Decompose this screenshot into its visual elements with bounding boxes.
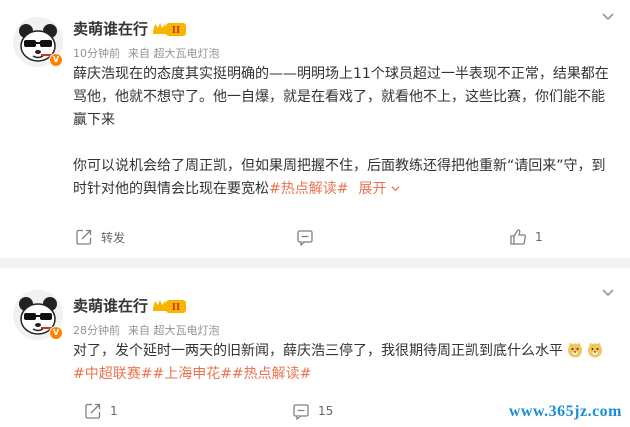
expand-link[interactable]: 展开 xyxy=(358,181,400,197)
repost-label: 转发 xyxy=(101,230,126,245)
post-meta: 10分钟前 来自 超大瓦电灯泡 xyxy=(73,45,220,61)
repost-icon xyxy=(85,403,101,419)
repost-button[interactable]: 转发 xyxy=(75,225,125,249)
like-count: 1 xyxy=(535,230,543,244)
watermark: www.365jz.com xyxy=(508,403,622,420)
post-actions: 转发 1 xyxy=(0,225,630,249)
svg-text:II: II xyxy=(172,303,180,313)
post-paragraph: 对了，发个延时一两天的旧新闻，薛庆浩三停了，我很期待周正凯到底什么水平 xyxy=(73,340,613,363)
svg-text:II: II xyxy=(172,26,180,36)
comment-count: 15 xyxy=(318,404,334,418)
comment-icon xyxy=(297,230,313,246)
hashtag-link[interactable]: #中超联赛##上海申花##热点解读# xyxy=(73,363,613,386)
username[interactable]: 卖萌谁在行 xyxy=(73,18,148,39)
weibo-post: V 卖萌谁在行 II 10分钟前 来自 超大瓦电灯泡 薛庆浩现在的态度其实挺明确的… xyxy=(0,0,630,258)
chevron-down-icon[interactable] xyxy=(601,10,615,24)
doge-emoji-icon xyxy=(588,342,602,358)
level-badge-icon: II xyxy=(153,300,186,313)
comment-icon xyxy=(293,404,309,420)
post-source: 来自 超大瓦电灯泡 xyxy=(128,324,220,337)
post-time[interactable]: 28分钟前 xyxy=(73,324,120,337)
post-paragraph-text: 对了，发个延时一两天的旧新闻，薛庆浩三停了，我很期待周正凯到底什么水平 xyxy=(73,343,563,359)
comment-button[interactable]: 15 xyxy=(292,399,333,423)
post-text: 薛庆浩现在的态度其实挺明确的——明明场上11个球员超过一半表现不正常，结果都在骂… xyxy=(73,63,613,201)
level-badge-icon: II xyxy=(153,23,186,36)
comment-button[interactable] xyxy=(296,225,322,249)
repost-count: 1 xyxy=(110,404,118,418)
verified-badge: V xyxy=(49,326,63,340)
post-source: 来自 超大瓦电灯泡 xyxy=(128,47,220,60)
repost-icon xyxy=(76,229,92,245)
like-icon xyxy=(510,229,526,245)
hashtag-link[interactable]: #热点解读# xyxy=(269,181,348,197)
weibo-post: V 卖萌谁在行 II 28分钟前 来自 超大瓦电灯泡 对了，发个延时一两天的旧新闻… xyxy=(0,268,630,427)
verified-badge: V xyxy=(49,53,63,67)
doge-emoji-icon xyxy=(568,342,582,358)
username[interactable]: 卖萌谁在行 xyxy=(73,295,148,316)
post-paragraph: 你可以说机会给了周正凯，但如果周把握不住，后面教练还得把他重新“请回来”守，到时… xyxy=(73,155,613,201)
expand-chevron-icon xyxy=(391,186,400,192)
like-button[interactable]: 1 xyxy=(509,225,543,249)
post-time[interactable]: 10分钟前 xyxy=(73,47,120,60)
post-paragraph: 薛庆浩现在的态度其实挺明确的——明明场上11个球员超过一半表现不正常，结果都在骂… xyxy=(73,66,609,128)
post-text: 对了，发个延时一两天的旧新闻，薛庆浩三停了，我很期待周正凯到底什么水平 #中超联… xyxy=(73,340,613,386)
chevron-down-icon[interactable] xyxy=(601,286,615,300)
repost-button[interactable]: 1 xyxy=(84,399,118,423)
post-meta: 28分钟前 来自 超大瓦电灯泡 xyxy=(73,322,220,338)
post-divider xyxy=(0,258,630,268)
